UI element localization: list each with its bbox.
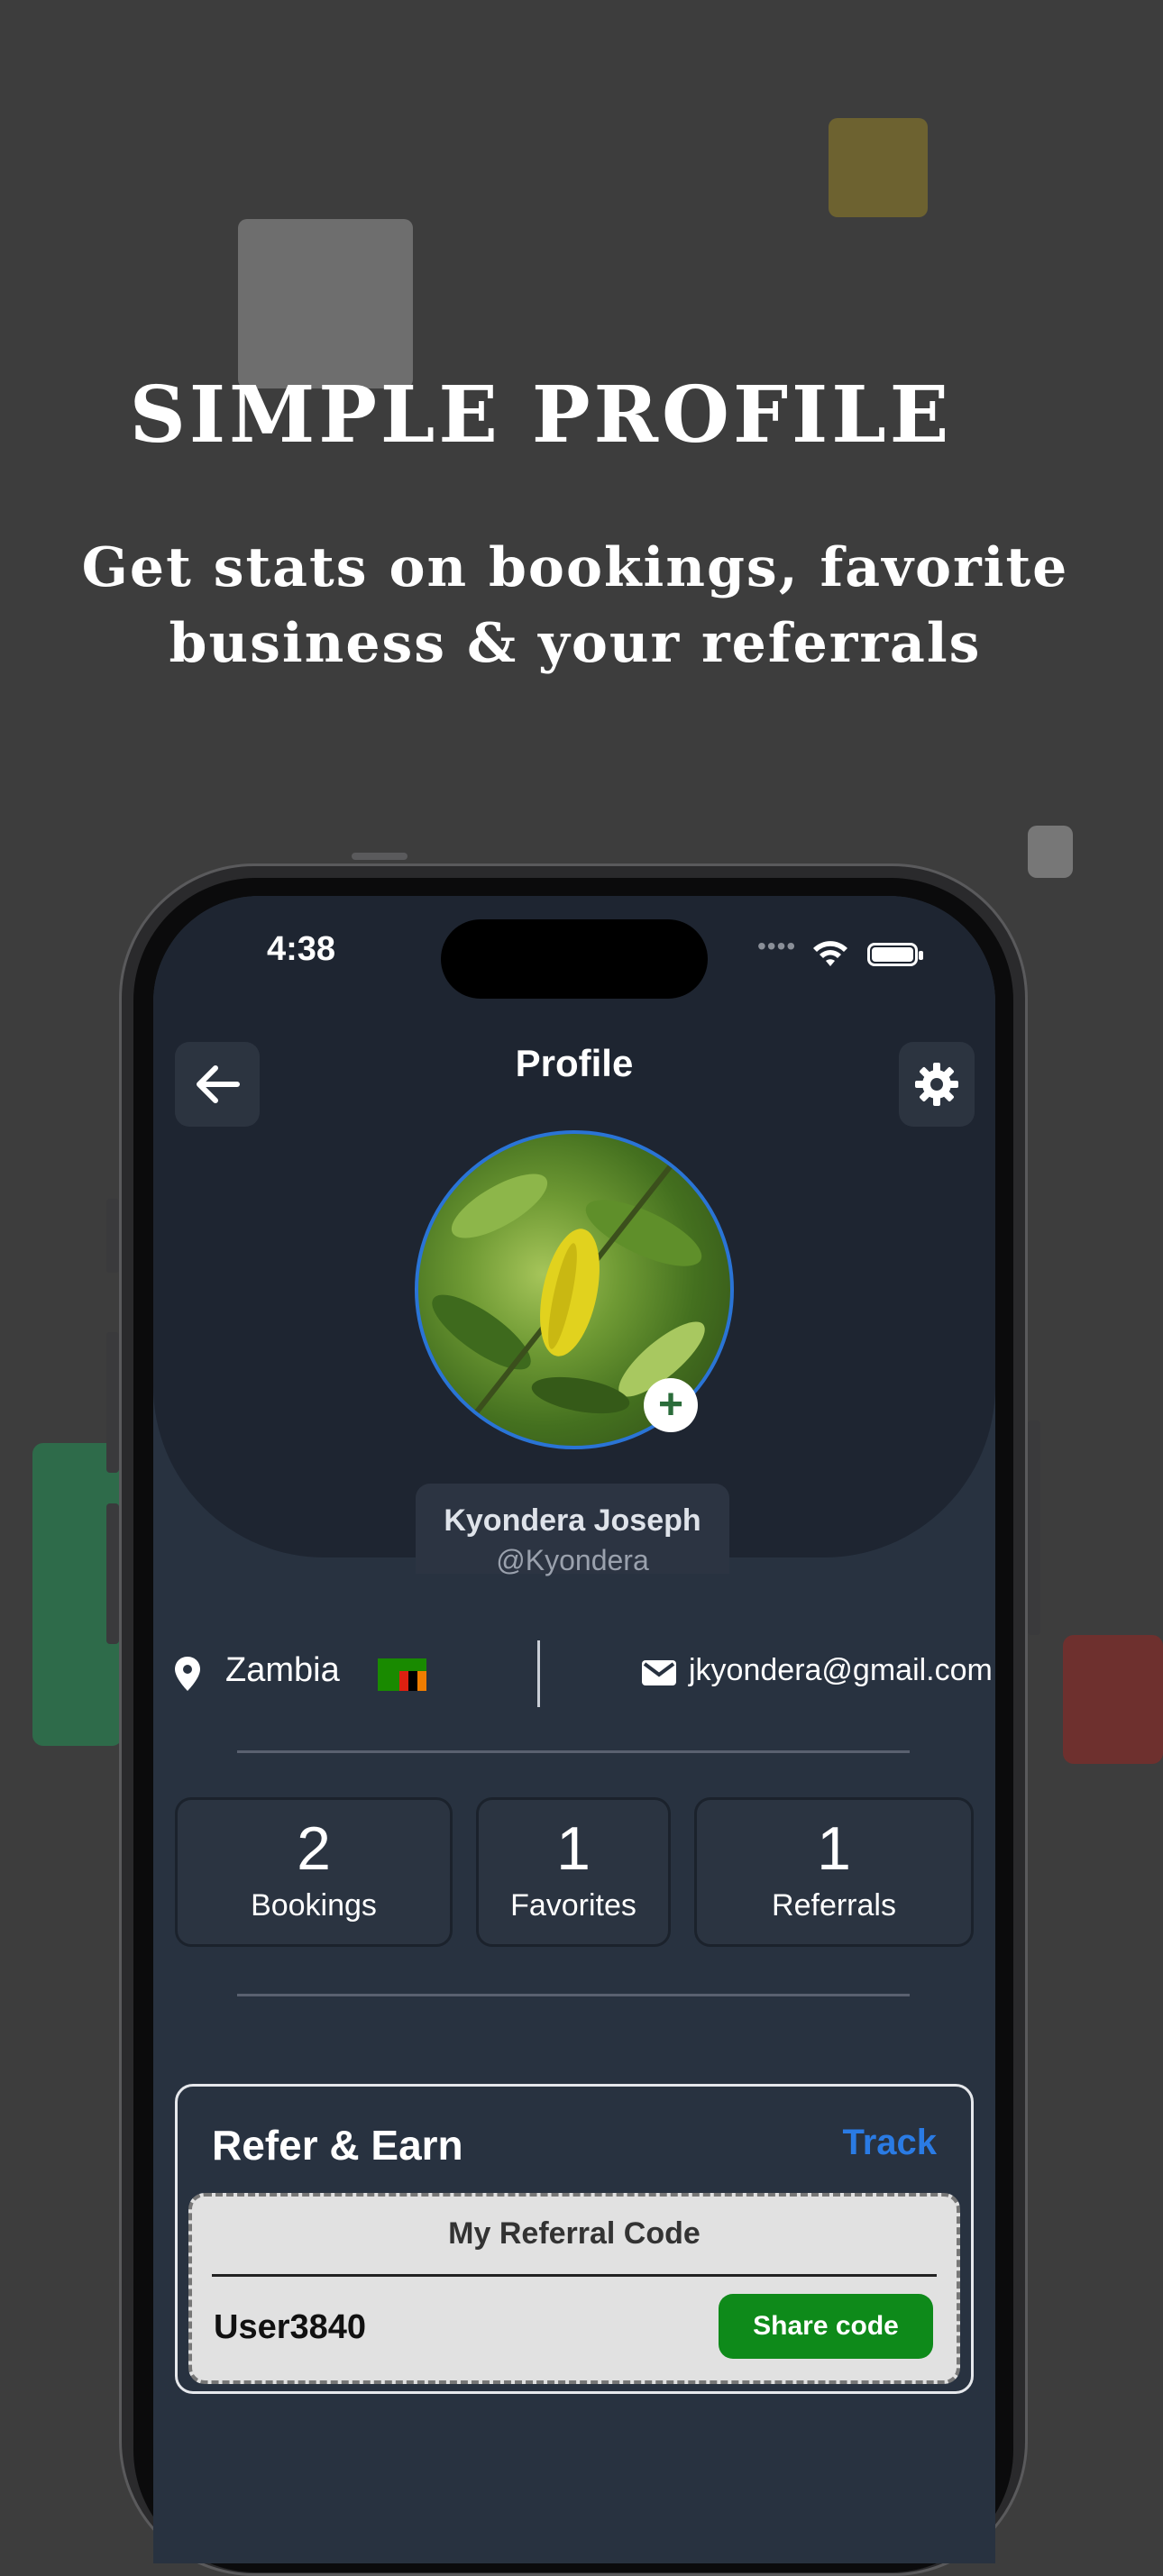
stat-label: Referrals bbox=[772, 1888, 896, 1923]
phone-antenna-line bbox=[352, 853, 408, 860]
page-title: Profile bbox=[515, 1042, 634, 1084]
phone-power-button bbox=[1028, 1420, 1040, 1635]
stat-value: 1 bbox=[817, 1814, 851, 1883]
promo-subtitle-line-2: business & your referrals bbox=[169, 612, 982, 675]
section-divider bbox=[237, 1750, 910, 1753]
dynamic-island bbox=[441, 919, 708, 999]
decorative-square-small bbox=[1028, 826, 1073, 878]
location-pin-icon bbox=[175, 1657, 200, 1691]
referral-code: User3840 bbox=[214, 2308, 367, 2346]
section-divider bbox=[237, 1994, 910, 1996]
stat-label: Bookings bbox=[251, 1888, 377, 1923]
add-photo-button[interactable]: + bbox=[644, 1378, 698, 1432]
contact-row: Zambia jkyondera@gmail.com bbox=[175, 1640, 993, 1707]
battery-icon bbox=[867, 943, 923, 966]
stat-card-favorites[interactable]: 1 Favorites bbox=[476, 1797, 671, 1947]
wifi-icon bbox=[813, 941, 847, 966]
refer-earn-card: Refer & Earn Track My Referral Code User… bbox=[175, 2084, 974, 2394]
user-name: Kyondera Joseph bbox=[444, 1503, 701, 1538]
zambia-flag-icon bbox=[378, 1658, 426, 1691]
decorative-square-gray bbox=[238, 219, 413, 388]
decorative-square-olive bbox=[829, 118, 928, 217]
settings-button[interactable] bbox=[899, 1042, 975, 1127]
stat-label: Favorites bbox=[510, 1888, 636, 1923]
stat-card-bookings[interactable]: 2 Bookings bbox=[175, 1797, 453, 1947]
promo-subtitle-line-1: Get stats on bookings, favorite bbox=[81, 536, 1069, 599]
decorative-block-red bbox=[1063, 1635, 1163, 1764]
status-bar-time: 4:38 bbox=[267, 930, 336, 968]
track-link[interactable]: Track bbox=[842, 2123, 937, 2163]
referral-code-box: My Referral Code User3840 Share code bbox=[188, 2193, 960, 2384]
stat-card-referrals[interactable]: 1 Referrals bbox=[694, 1797, 974, 1947]
phone-volume-down-button bbox=[106, 1503, 119, 1644]
cellular-signal-icon: •••• bbox=[757, 932, 797, 960]
share-code-button[interactable]: Share code bbox=[719, 2294, 933, 2359]
stat-value: 1 bbox=[556, 1814, 591, 1883]
mail-icon bbox=[642, 1660, 676, 1685]
email-address[interactable]: jkyondera@gmail.com bbox=[689, 1653, 993, 1688]
country-name: Zambia bbox=[225, 1651, 340, 1689]
promo-subtitle: Get stats on bookings, favorite business… bbox=[34, 530, 1116, 681]
gear-icon bbox=[915, 1063, 958, 1106]
profile-name-card: Kyondera Joseph @Kyondera bbox=[416, 1484, 729, 1576]
promo-title: SIMPLE PROFILE bbox=[129, 370, 953, 461]
contact-divider bbox=[537, 1640, 540, 1707]
phone-volume-up-button bbox=[106, 1332, 119, 1473]
user-handle: @Kyondera bbox=[496, 1544, 649, 1576]
referral-code-title: My Referral Code bbox=[448, 2216, 701, 2251]
phone-screen: 4:38 •••• Profile + Kyondera Joseph @Kyo… bbox=[153, 896, 995, 2563]
refer-title: Refer & Earn bbox=[212, 2122, 463, 2169]
phone-action-button bbox=[106, 1199, 119, 1273]
referral-code-divider bbox=[212, 2274, 937, 2277]
stat-value: 2 bbox=[297, 1814, 331, 1883]
